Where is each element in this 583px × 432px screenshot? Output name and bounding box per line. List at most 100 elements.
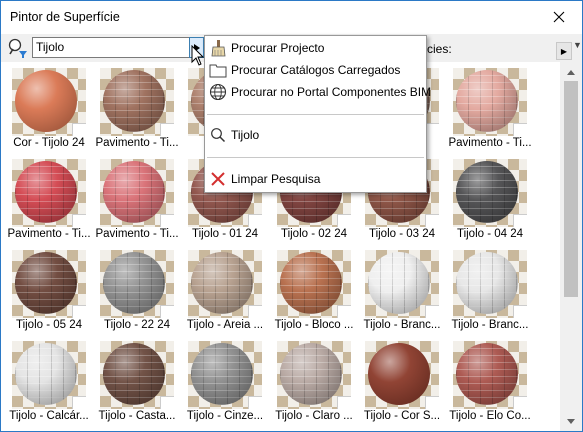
material-tile[interactable]: Tijolo - Bloco ...	[271, 246, 357, 334]
material-tile[interactable]: Cor - Tijolo 24	[6, 64, 92, 152]
material-sphere	[15, 343, 77, 405]
material-sphere	[456, 161, 518, 223]
material-label: Tijolo - Cinze...	[186, 410, 264, 422]
preview-corner-marker	[425, 123, 439, 136]
preview-corner-marker	[72, 396, 86, 409]
material-preview	[100, 250, 174, 318]
scrollbar-thumb[interactable]	[564, 81, 578, 297]
preview-corner-marker	[337, 396, 351, 409]
preview-corner-marker	[72, 305, 86, 318]
material-label: Tijolo - Calcár...	[9, 410, 89, 422]
material-tile[interactable]: Tijolo - Cor S...	[359, 337, 445, 425]
vertical-scrollbar[interactable]	[560, 62, 582, 431]
menu-item-search-project[interactable]: Procurar Projecto	[205, 37, 426, 59]
arrow-right-icon: ▶	[560, 46, 568, 56]
preview-corner-marker	[425, 396, 439, 409]
preview-corner-marker	[160, 214, 174, 227]
surface-painter-window: Pintor de Superfície Tijolo cies: ▶ ▼ Co…	[0, 0, 583, 432]
preview-corner-marker	[425, 305, 439, 318]
material-label: Tijolo - 05 24	[15, 319, 83, 331]
material-tile[interactable]: Tijolo - 05 24	[6, 246, 92, 334]
material-label: Tijolo - Cor S...	[363, 410, 441, 422]
material-tile[interactable]: Tijolo - Claro ...	[271, 337, 357, 425]
material-sphere	[191, 252, 253, 314]
chevron-down-icon	[567, 418, 575, 424]
preview-corner-marker	[72, 123, 86, 136]
material-label: Tijolo - Elo Co...	[449, 410, 531, 422]
material-preview	[277, 250, 351, 318]
material-preview	[453, 68, 527, 136]
material-tile[interactable]: Pavimento - Ti...	[94, 64, 180, 152]
material-sphere	[191, 343, 253, 405]
menu-item-search-loaded-catalogs[interactable]: Procurar Catálogos Carregados	[205, 59, 426, 81]
preview-corner-marker	[425, 214, 439, 227]
material-tile[interactable]: Pavimento - Ti...	[94, 155, 180, 243]
material-sphere	[15, 252, 77, 314]
material-tile[interactable]: Tijolo - Areia ...	[182, 246, 268, 334]
close-button[interactable]	[536, 1, 582, 33]
material-label: Tijolo - 02 24	[280, 228, 348, 240]
material-tile[interactable]: Pavimento - Ti...	[447, 64, 533, 152]
preview-corner-marker	[513, 396, 527, 409]
globe-icon	[208, 82, 228, 102]
material-preview	[188, 250, 262, 318]
material-tile[interactable]: Tijolo - Cinze...	[182, 337, 268, 425]
material-label: Tijolo - 03 24	[368, 228, 436, 240]
menu-item-label: Tijolo	[231, 128, 260, 142]
preview-corner-marker	[248, 396, 262, 409]
menu-separator	[207, 114, 424, 115]
material-label: Pavimento - Ti...	[95, 228, 179, 240]
material-sphere	[456, 343, 518, 405]
brush-icon	[208, 38, 228, 58]
search-input[interactable]: Tijolo	[32, 37, 191, 58]
material-preview	[453, 159, 527, 227]
preview-corner-marker	[160, 123, 174, 136]
material-label: Tijolo - Claro ...	[275, 410, 353, 422]
scroll-up-button[interactable]	[560, 64, 582, 80]
menu-item-recent-search[interactable]: Tijolo	[205, 124, 426, 146]
material-tile[interactable]: Tijolo - Branc...	[447, 246, 533, 334]
material-label: Tijolo - 22 24	[103, 319, 171, 331]
material-preview	[277, 341, 351, 409]
material-label: Cor - Tijolo 24	[13, 137, 85, 149]
material-sphere	[280, 343, 342, 405]
material-tile[interactable]: Tijolo - Elo Co...	[447, 337, 533, 425]
material-tile[interactable]: Tijolo - Casta...	[94, 337, 180, 425]
material-label: Tijolo - 04 24	[456, 228, 524, 240]
material-preview	[365, 341, 439, 409]
scroll-down-button[interactable]	[560, 413, 582, 429]
partial-label: cies:	[427, 42, 452, 56]
material-label: Pavimento - Ti...	[448, 137, 532, 149]
more-options-icon[interactable]: ▼	[573, 40, 582, 50]
folder-icon	[208, 60, 228, 80]
preview-corner-marker	[72, 214, 86, 227]
material-tile[interactable]: Tijolo - Branc...	[359, 246, 445, 334]
clear-x-icon	[208, 169, 228, 189]
preview-corner-marker	[248, 214, 262, 227]
material-label: Tijolo - Branc...	[451, 319, 529, 331]
material-sphere	[280, 252, 342, 314]
material-preview	[100, 68, 174, 136]
search-filter-icon[interactable]	[7, 37, 29, 59]
preview-corner-marker	[513, 123, 527, 136]
menu-item-search-bim-portal[interactable]: Procurar no Portal Componentes BIM	[205, 81, 431, 103]
material-tile[interactable]: Tijolo - Calcár...	[6, 337, 92, 425]
material-preview	[12, 341, 86, 409]
material-sphere	[103, 161, 165, 223]
preview-corner-marker	[513, 305, 527, 318]
menu-item-label: Procurar no Portal Componentes BIM	[231, 85, 432, 99]
material-preview	[12, 68, 86, 136]
material-tile[interactable]: Pavimento - Ti...	[6, 155, 92, 243]
material-label: Tijolo - Branc...	[363, 319, 441, 331]
material-sphere	[103, 343, 165, 405]
material-label: Pavimento - Ti...	[7, 228, 91, 240]
menu-item-clear-search[interactable]: Limpar Pesquisa	[205, 168, 426, 190]
material-preview	[365, 250, 439, 318]
material-sphere	[456, 70, 518, 132]
scroll-right-button[interactable]: ▶	[556, 42, 572, 60]
material-label: Tijolo - Bloco ...	[274, 319, 354, 331]
title-bar: Pintor de Superfície	[1, 1, 582, 34]
material-sphere	[15, 70, 77, 132]
material-tile[interactable]: Tijolo - 04 24	[447, 155, 533, 243]
material-tile[interactable]: Tijolo - 22 24	[94, 246, 180, 334]
